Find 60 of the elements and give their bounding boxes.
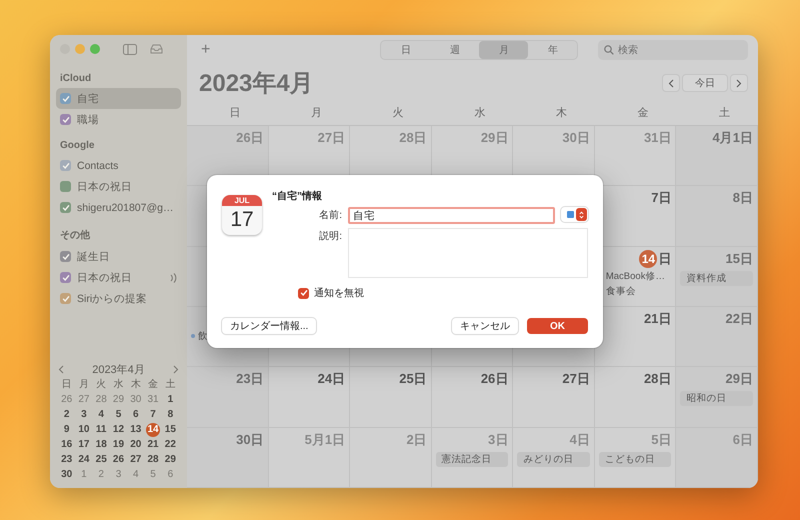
day-number: 29日 (480, 129, 508, 147)
day-number: 3日 (488, 430, 508, 449)
day-number: 30日 (236, 430, 264, 449)
calendar-name: 誕生日 (77, 250, 111, 264)
day-number: 15日 (726, 250, 753, 268)
calendar-app-icon: JUL 17 (222, 195, 262, 235)
group-title: その他 (59, 228, 91, 243)
day-number: 29日 (726, 370, 753, 388)
day-suffix: 日 (658, 250, 672, 268)
day-number: 27日 (318, 129, 346, 147)
weekday-header: 月 (310, 106, 324, 121)
group-title: iCloud (59, 72, 92, 86)
day-number: 24日 (318, 370, 346, 388)
day-number: 4月1日 (712, 129, 753, 147)
day-number: 25日 (399, 370, 427, 388)
day-number: 4日 (570, 430, 590, 449)
calendar-name: 自宅 (77, 92, 100, 106)
day-number: 31日 (644, 129, 672, 147)
description-label: 説明: (318, 230, 342, 244)
day-number: 30日 (562, 129, 590, 147)
weekday-header: 金 (636, 106, 650, 121)
day-number: 26日 (236, 129, 264, 147)
today-marker: 14 (639, 250, 658, 268)
day-number: 22日 (726, 310, 753, 328)
day-number: 27日 (562, 370, 590, 388)
day-number: 5日 (651, 430, 672, 449)
day-number: 5月1日 (304, 430, 346, 449)
weekday-label: 土 (164, 378, 176, 392)
calendar-name: 職場 (77, 112, 100, 126)
day-number: 28日 (399, 129, 427, 147)
day-number: 2日 (406, 430, 427, 449)
group-title: Google (59, 139, 96, 153)
day-number: 26日 (480, 370, 508, 388)
calendar-name: Contacts (77, 160, 120, 172)
checkbox-label: 通知を無視 (314, 286, 364, 300)
month-title: 2023年4月 (199, 69, 314, 99)
weekday-header: 水 (473, 106, 486, 121)
weekday-header: 木 (554, 106, 568, 121)
day-number: 23日 (236, 370, 264, 388)
weekday-header: 土 (718, 106, 731, 121)
weekday-label: 月 (78, 378, 90, 392)
day-number: 28日 (644, 370, 672, 388)
weekday-header: 日 (228, 106, 242, 121)
weekday-label: 日 (60, 378, 73, 392)
calendar-name: 日本の祝日 (77, 180, 133, 194)
weekday-label: 水 (112, 378, 124, 392)
weekday-label: 金 (147, 378, 160, 392)
name-label: 名前: (318, 209, 342, 223)
weekday-header: 火 (392, 106, 405, 121)
calendar-name: Siriからの提案 (77, 292, 148, 306)
day-number: 7日 (651, 189, 672, 208)
calendar-name: shigeru201807@g… (77, 202, 174, 214)
weekday-label: 火 (95, 378, 108, 392)
day-number: 8日 (732, 189, 753, 208)
weekday-label: 木 (130, 378, 142, 392)
mini-calendar-title: 2023年4月 (92, 362, 145, 376)
dialog-title: “自宅”情報 (272, 189, 323, 203)
calendar-name: 日本の祝日 (77, 270, 133, 284)
day-number: 6日 (732, 430, 753, 449)
day-number: 21日 (644, 310, 672, 328)
